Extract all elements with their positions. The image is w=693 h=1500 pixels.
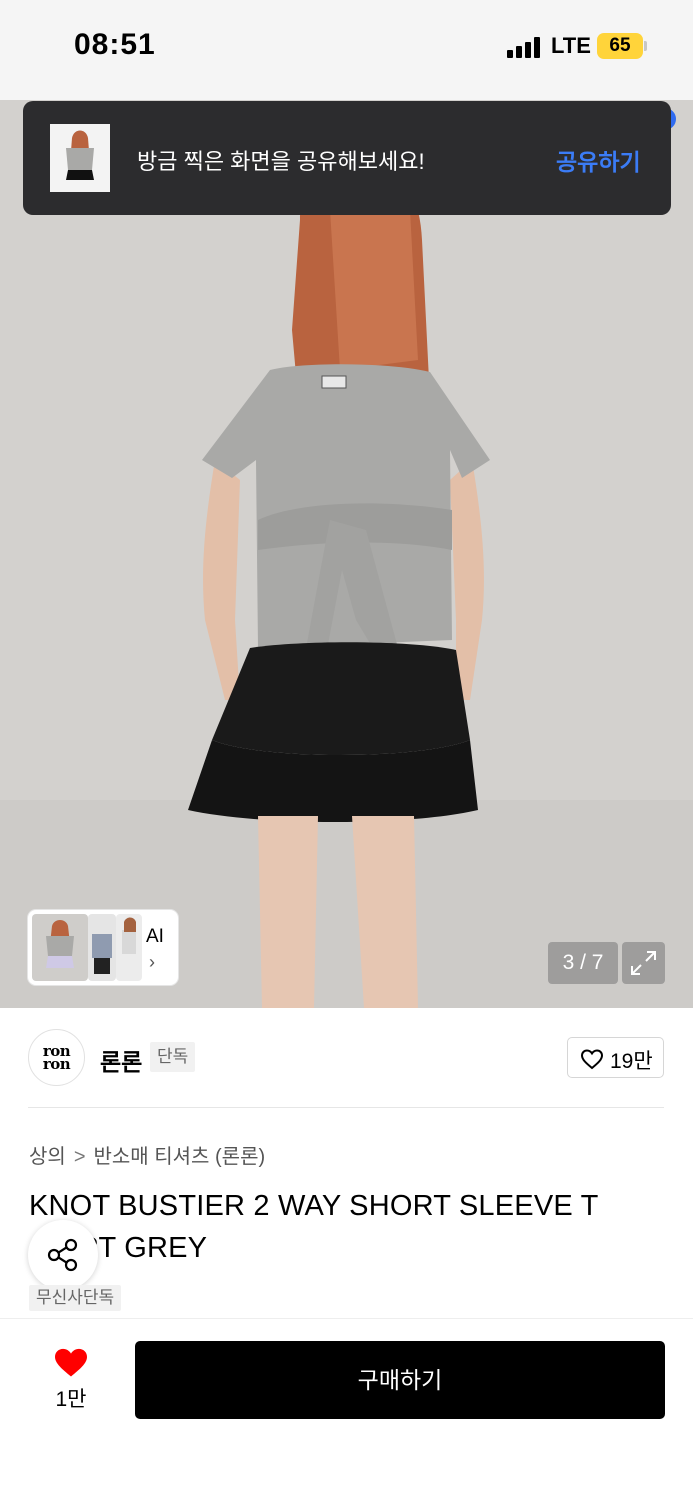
wishlist-count: 1만 — [55, 1388, 87, 1411]
network-type: LTE — [551, 33, 591, 58]
share-icon — [47, 1238, 78, 1272]
heart-filled-icon — [55, 1348, 87, 1377]
ai-thumbnail — [116, 914, 142, 981]
signal-icon — [507, 36, 543, 58]
expand-icon — [631, 951, 656, 975]
ai-similar-items-button[interactable]: AI › — [28, 910, 178, 985]
breadcrumb-separator: > — [73, 1146, 86, 1168]
product-photo-illustration — [0, 100, 693, 1008]
toast-share-button[interactable]: 공유하기 — [556, 143, 641, 177]
chevron-right-icon: › — [149, 952, 155, 972]
musinsa-exclusive-tag: 무신사단독 — [29, 1285, 122, 1311]
share-button[interactable] — [28, 1220, 98, 1290]
product-image[interactable] — [0, 100, 693, 1008]
brand-name[interactable]: 론론 — [100, 1043, 142, 1077]
status-bar: 08:51 LTE 65 — [0, 0, 693, 100]
toast-message: 방금 찍은 화면을 공유해보세요! — [137, 149, 425, 174]
breadcrumb: 상의 > 반소매 티셔츠 (론론) — [29, 1140, 265, 1169]
wishlist-button[interactable]: 1만 — [36, 1341, 106, 1413]
ai-thumbnail — [32, 914, 88, 981]
battery-icon: 65 — [597, 33, 643, 59]
image-page-counter: 3 / 7 — [548, 942, 618, 984]
battery-tip — [644, 41, 647, 51]
buy-button[interactable]: 구매하기 — [135, 1341, 665, 1419]
brand-like-count: 19만 — [610, 1050, 653, 1073]
screenshot-share-toast: 방금 찍은 화면을 공유해보세요! 공유하기 — [23, 101, 671, 215]
screenshot-thumbnail — [50, 124, 110, 192]
expand-image-button[interactable] — [622, 942, 665, 984]
bottom-action-bar: 1만 구매하기 — [0, 1318, 693, 1500]
ai-thumbnail — [88, 914, 116, 981]
product-title: KNOT BUSTIER 2 WAY SHORT SLEEVE T SHIRT … — [29, 1190, 599, 1264]
brand-logo[interactable]: ron ron — [28, 1029, 85, 1086]
breadcrumb-subcategory[interactable]: 반소매 티셔츠 (론론) — [94, 1146, 266, 1168]
exclusive-badge: 단독 — [150, 1042, 196, 1072]
ai-label: AI — [146, 926, 164, 947]
status-time: 08:51 — [74, 28, 156, 61]
breadcrumb-category[interactable]: 상의 — [29, 1146, 66, 1168]
divider — [28, 1107, 664, 1108]
brand-like-button[interactable]: 19만 — [567, 1037, 664, 1078]
heart-outline-icon — [580, 1049, 604, 1070]
